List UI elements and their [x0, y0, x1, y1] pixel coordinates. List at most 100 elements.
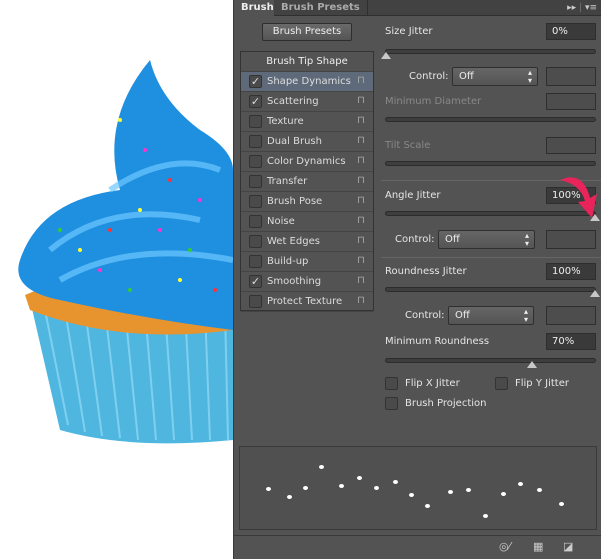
- checkbox[interactable]: [249, 195, 262, 208]
- toggle-live-tip-icon[interactable]: ◎⁄: [499, 540, 510, 553]
- panel-menu-icon[interactable]: ▾≡: [585, 3, 597, 13]
- control-label: Control:: [409, 71, 449, 82]
- size-jitter-label: Size Jitter: [385, 26, 433, 37]
- tab-brush-presets[interactable]: Brush Presets: [274, 0, 368, 16]
- lock-icon[interactable]: ⊓: [357, 75, 367, 87]
- brush-dab: [559, 502, 564, 506]
- list-item-label: Shape Dynamics: [267, 76, 351, 87]
- flip-y-checkbox[interactable]: [495, 377, 508, 390]
- roundness-jitter-label: Roundness Jitter: [385, 266, 467, 277]
- angle-jitter-label: Angle Jitter: [385, 190, 441, 201]
- flip-x-checkbox[interactable]: [385, 377, 398, 390]
- list-item-label: Build-up: [267, 256, 309, 267]
- list-item-dual-brush[interactable]: Dual Brush ⊓: [241, 132, 373, 152]
- brush-dab: [448, 490, 453, 494]
- list-item-label: Scattering: [267, 96, 319, 107]
- checkbox[interactable]: [249, 115, 262, 128]
- list-item-transfer[interactable]: Transfer ⊓: [241, 172, 373, 192]
- list-item-label: Protect Texture: [267, 296, 343, 307]
- expand-icon[interactable]: ▸▸: [567, 3, 576, 13]
- control-select[interactable]: Off ▴ ▾: [452, 67, 538, 86]
- list-item-texture[interactable]: Texture ⊓: [241, 112, 373, 132]
- minimum-roundness-slider[interactable]: [385, 358, 596, 368]
- lock-icon[interactable]: ⊓: [357, 175, 367, 187]
- brush-dab: [425, 504, 430, 508]
- list-item-label: Brush Pose: [267, 196, 323, 207]
- slider-thumb[interactable]: [590, 290, 600, 297]
- brush-dab: [339, 484, 344, 488]
- list-item-smoothing[interactable]: ✓ Smoothing ⊓: [241, 272, 373, 292]
- updown-arrow-icon: ▴ ▾: [523, 307, 528, 324]
- lock-icon[interactable]: ⊓: [357, 155, 367, 167]
- brush-dab: [393, 480, 398, 484]
- size-jitter-input[interactable]: 0%: [546, 23, 596, 40]
- control-label: Control:: [395, 234, 435, 245]
- brush-dab: [303, 486, 308, 490]
- checkbox[interactable]: [249, 135, 262, 148]
- list-item-noise[interactable]: Noise ⊓: [241, 212, 373, 232]
- control-select[interactable]: Off ▴ ▾: [438, 230, 535, 249]
- brush-dab: [287, 495, 292, 499]
- lock-icon[interactable]: ⊓: [357, 235, 367, 247]
- lock-icon[interactable]: ⊓: [357, 195, 367, 207]
- brush-presets-button[interactable]: Brush Presets: [262, 23, 352, 41]
- updown-arrow-icon: ▴ ▾: [524, 231, 529, 248]
- checkbox[interactable]: [249, 215, 262, 228]
- list-item-brush-pose[interactable]: Brush Pose ⊓: [241, 192, 373, 212]
- list-item-label: Wet Edges: [267, 236, 320, 247]
- brush-dab: [518, 482, 523, 486]
- control-value: Off: [445, 234, 460, 245]
- brush-grid-icon[interactable]: ▦: [533, 540, 543, 553]
- checkbox[interactable]: [249, 155, 262, 168]
- brush-options-list: Brush Tip Shape ✓ Shape Dynamics ⊓ ✓ Scatter…: [240, 51, 374, 312]
- minimum-roundness-input[interactable]: 70%: [546, 333, 596, 350]
- lock-icon[interactable]: ⊓: [357, 275, 367, 287]
- brush-dab: [374, 486, 379, 490]
- minimum-diameter-slider: [385, 117, 596, 122]
- checkbox[interactable]: ✓: [249, 275, 262, 288]
- list-item-shape-dynamics[interactable]: ✓ Shape Dynamics ⊓: [241, 72, 373, 92]
- list-item-wet-edges[interactable]: Wet Edges ⊓: [241, 232, 373, 252]
- tab-brush[interactable]: Brush: [234, 0, 274, 16]
- checkbox[interactable]: [249, 235, 262, 248]
- control-value: Off: [455, 310, 470, 321]
- lock-icon[interactable]: ⊓: [357, 295, 367, 307]
- panel-tabs: Brush Brush Presets ▸▸ | ▾≡: [234, 0, 601, 16]
- list-item-label: Smoothing: [267, 276, 322, 287]
- checkbox[interactable]: ✓: [249, 75, 262, 88]
- control-value: Off: [459, 71, 474, 82]
- checkbox[interactable]: [249, 295, 262, 308]
- lock-icon[interactable]: ⊓: [357, 95, 367, 107]
- list-item-build-up[interactable]: Build-up ⊓: [241, 252, 373, 272]
- slider-thumb[interactable]: [381, 52, 391, 59]
- tilt-scale-input: [546, 137, 596, 154]
- lock-icon[interactable]: ⊓: [357, 215, 367, 227]
- lock-icon[interactable]: ⊓: [357, 255, 367, 267]
- panel-footer: ◎⁄ ▦ ◪: [234, 535, 601, 559]
- roundness-jitter-slider[interactable]: [385, 287, 600, 297]
- brush-dab: [266, 487, 271, 491]
- roundness-jitter-input[interactable]: 100%: [546, 263, 596, 280]
- flip-x-label: Flip X Jitter: [405, 378, 460, 389]
- cupcake-image: [18, 60, 233, 444]
- updown-arrow-icon: ▴ ▾: [527, 68, 532, 85]
- lock-icon[interactable]: ⊓: [357, 115, 367, 127]
- list-item-brush-tip-shape[interactable]: Brush Tip Shape: [241, 52, 373, 72]
- slider-thumb[interactable]: [527, 361, 538, 368]
- checkbox[interactable]: ✓: [249, 95, 262, 108]
- list-item-scattering[interactable]: ✓ Scattering ⊓: [241, 92, 373, 112]
- size-jitter-slider[interactable]: [381, 49, 596, 59]
- checkbox[interactable]: [249, 175, 262, 188]
- brush-dab: [319, 465, 324, 469]
- brush-dab: [537, 488, 542, 492]
- list-item-color-dynamics[interactable]: Color Dynamics ⊓: [241, 152, 373, 172]
- control-select[interactable]: Off ▴ ▾: [448, 306, 534, 325]
- list-item-protect-texture[interactable]: Protect Texture ⊓: [241, 292, 373, 312]
- list-item-label: Noise: [267, 216, 295, 227]
- brush-projection-checkbox[interactable]: [385, 397, 398, 410]
- list-item-label: Color Dynamics: [267, 156, 346, 167]
- new-brush-icon[interactable]: ◪: [563, 540, 573, 553]
- lock-icon[interactable]: ⊓: [357, 135, 367, 147]
- checkbox[interactable]: [249, 255, 262, 268]
- control-label: Control:: [405, 310, 445, 321]
